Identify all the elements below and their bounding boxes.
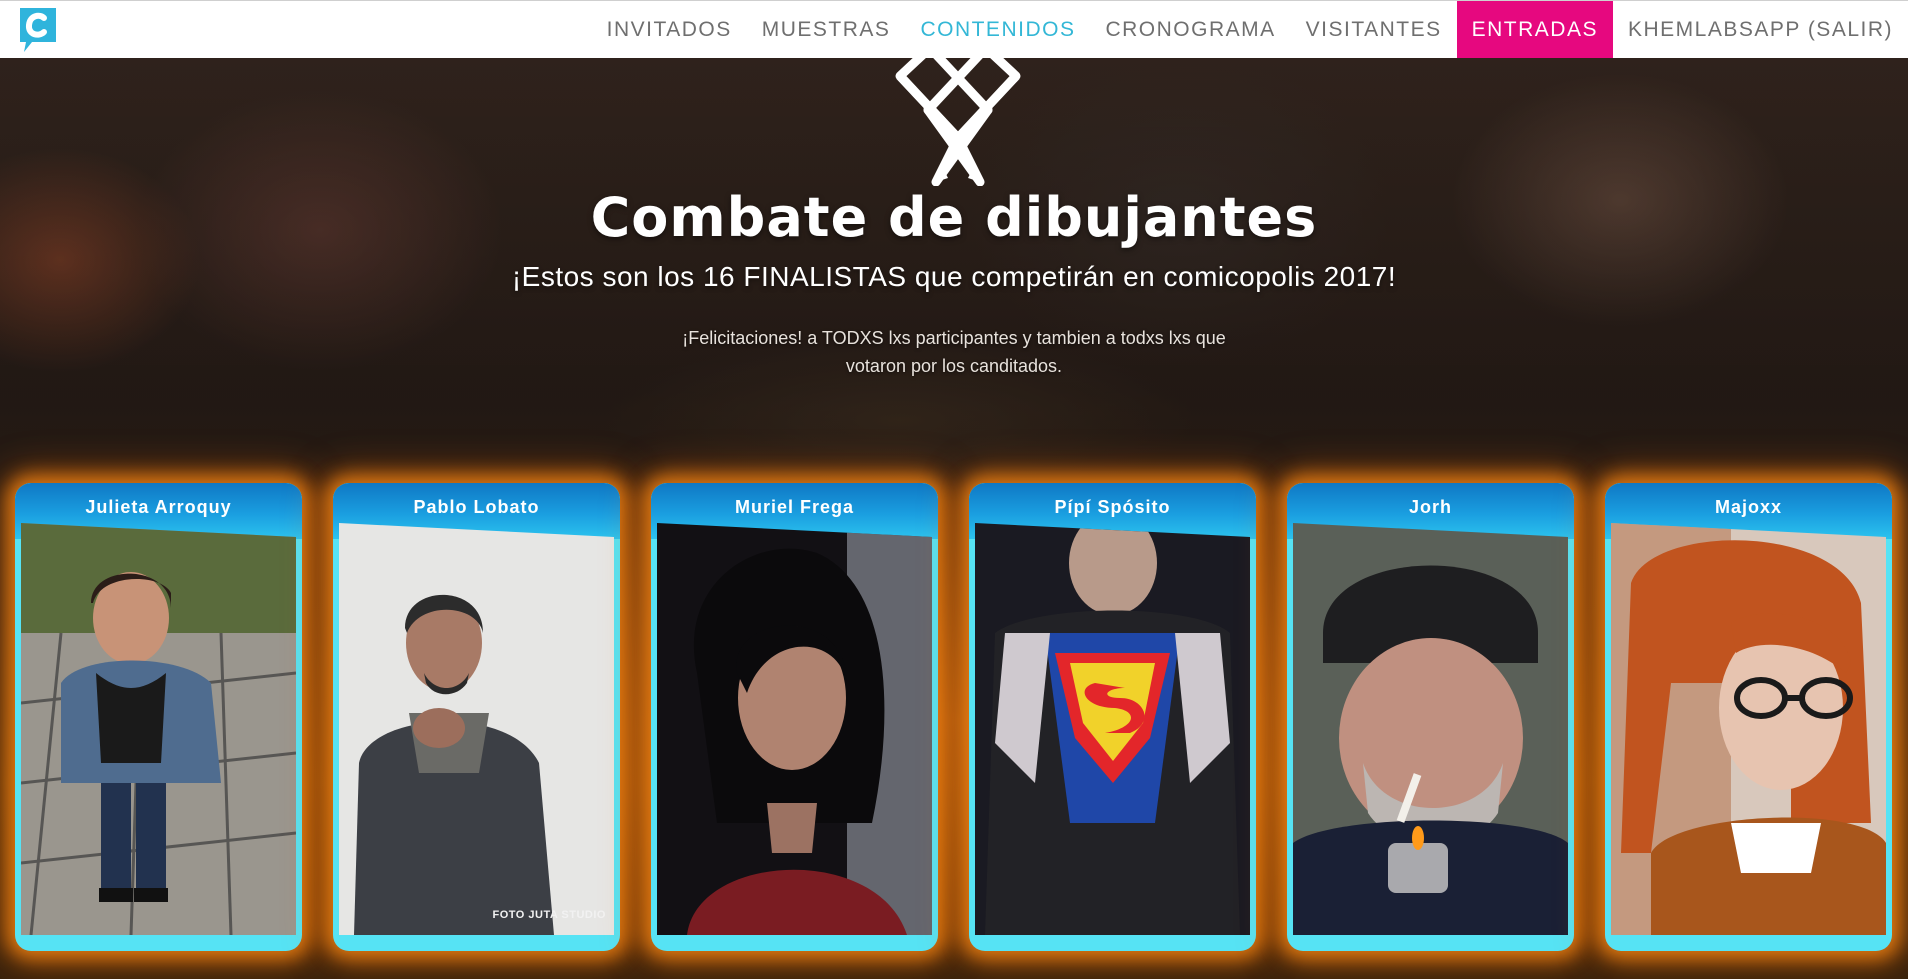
finalist-card[interactable]: Majoxx xyxy=(1605,483,1892,951)
crossed-pencils-icon xyxy=(838,43,1078,187)
nav-item-logout[interactable]: KHEMLABSAPP (SALIR) xyxy=(1613,1,1908,58)
photo-credit: FOTO JUTA STUDIO xyxy=(492,909,606,921)
nav-item-visitantes[interactable]: VISITANTES xyxy=(1291,1,1457,58)
nav-menu: INVITADOS MUESTRAS CONTENIDOS CRONOGRAMA… xyxy=(592,1,1908,58)
nav-item-muestras[interactable]: MUESTRAS xyxy=(747,1,906,58)
finalist-photo xyxy=(1293,523,1568,935)
finalist-name: Julieta Arroquy xyxy=(85,497,232,517)
finalist-card[interactable]: Pípí Spósito xyxy=(969,483,1256,951)
finalist-photo xyxy=(975,523,1250,935)
nav-item-cronograma[interactable]: CRONOGRAMA xyxy=(1090,1,1290,58)
finalists-grid: Julieta Arroquy Pablo Lobato FOTO JUTA S… xyxy=(15,483,1893,953)
finalist-photo: FOTO JUTA STUDIO xyxy=(339,523,614,935)
page-title: Combate de dibujantes xyxy=(590,186,1318,249)
finalist-photo xyxy=(1611,523,1886,935)
page: INVITADOS MUESTRAS CONTENIDOS CRONOGRAMA… xyxy=(0,0,1908,979)
finalist-photo xyxy=(21,523,296,935)
finalist-card[interactable]: Julieta Arroquy xyxy=(15,483,302,951)
page-subtitle: ¡Estos son los 16 FINALISTAS que competi… xyxy=(511,261,1397,292)
top-navbar: INVITADOS MUESTRAS CONTENIDOS CRONOGRAMA… xyxy=(0,0,1908,58)
finalist-name: Majoxx xyxy=(1714,497,1783,517)
finalist-card[interactable]: Pablo Lobato FOTO JUTA STUDIO xyxy=(333,483,620,951)
page-description: ¡Felicitaciones! a TODXS lxs participant… xyxy=(682,328,1226,376)
finalist-photo xyxy=(657,523,932,935)
finalist-name: Jorh xyxy=(1408,497,1452,517)
finalist-name: Pípí Spósito xyxy=(1054,497,1171,517)
comicopolis-logo-icon[interactable] xyxy=(18,6,58,54)
finalist-card[interactable]: Muriel Frega xyxy=(651,483,938,951)
nav-item-contenidos[interactable]: CONTENIDOS xyxy=(905,1,1090,58)
nav-item-entradas[interactable]: ENTRADAS xyxy=(1456,1,1613,58)
finalist-name: Pablo Lobato xyxy=(413,497,540,517)
finalist-name: Muriel Frega xyxy=(734,497,855,517)
nav-item-invitados[interactable]: INVITADOS xyxy=(592,1,747,58)
finalist-card[interactable]: Jorh xyxy=(1287,483,1574,951)
